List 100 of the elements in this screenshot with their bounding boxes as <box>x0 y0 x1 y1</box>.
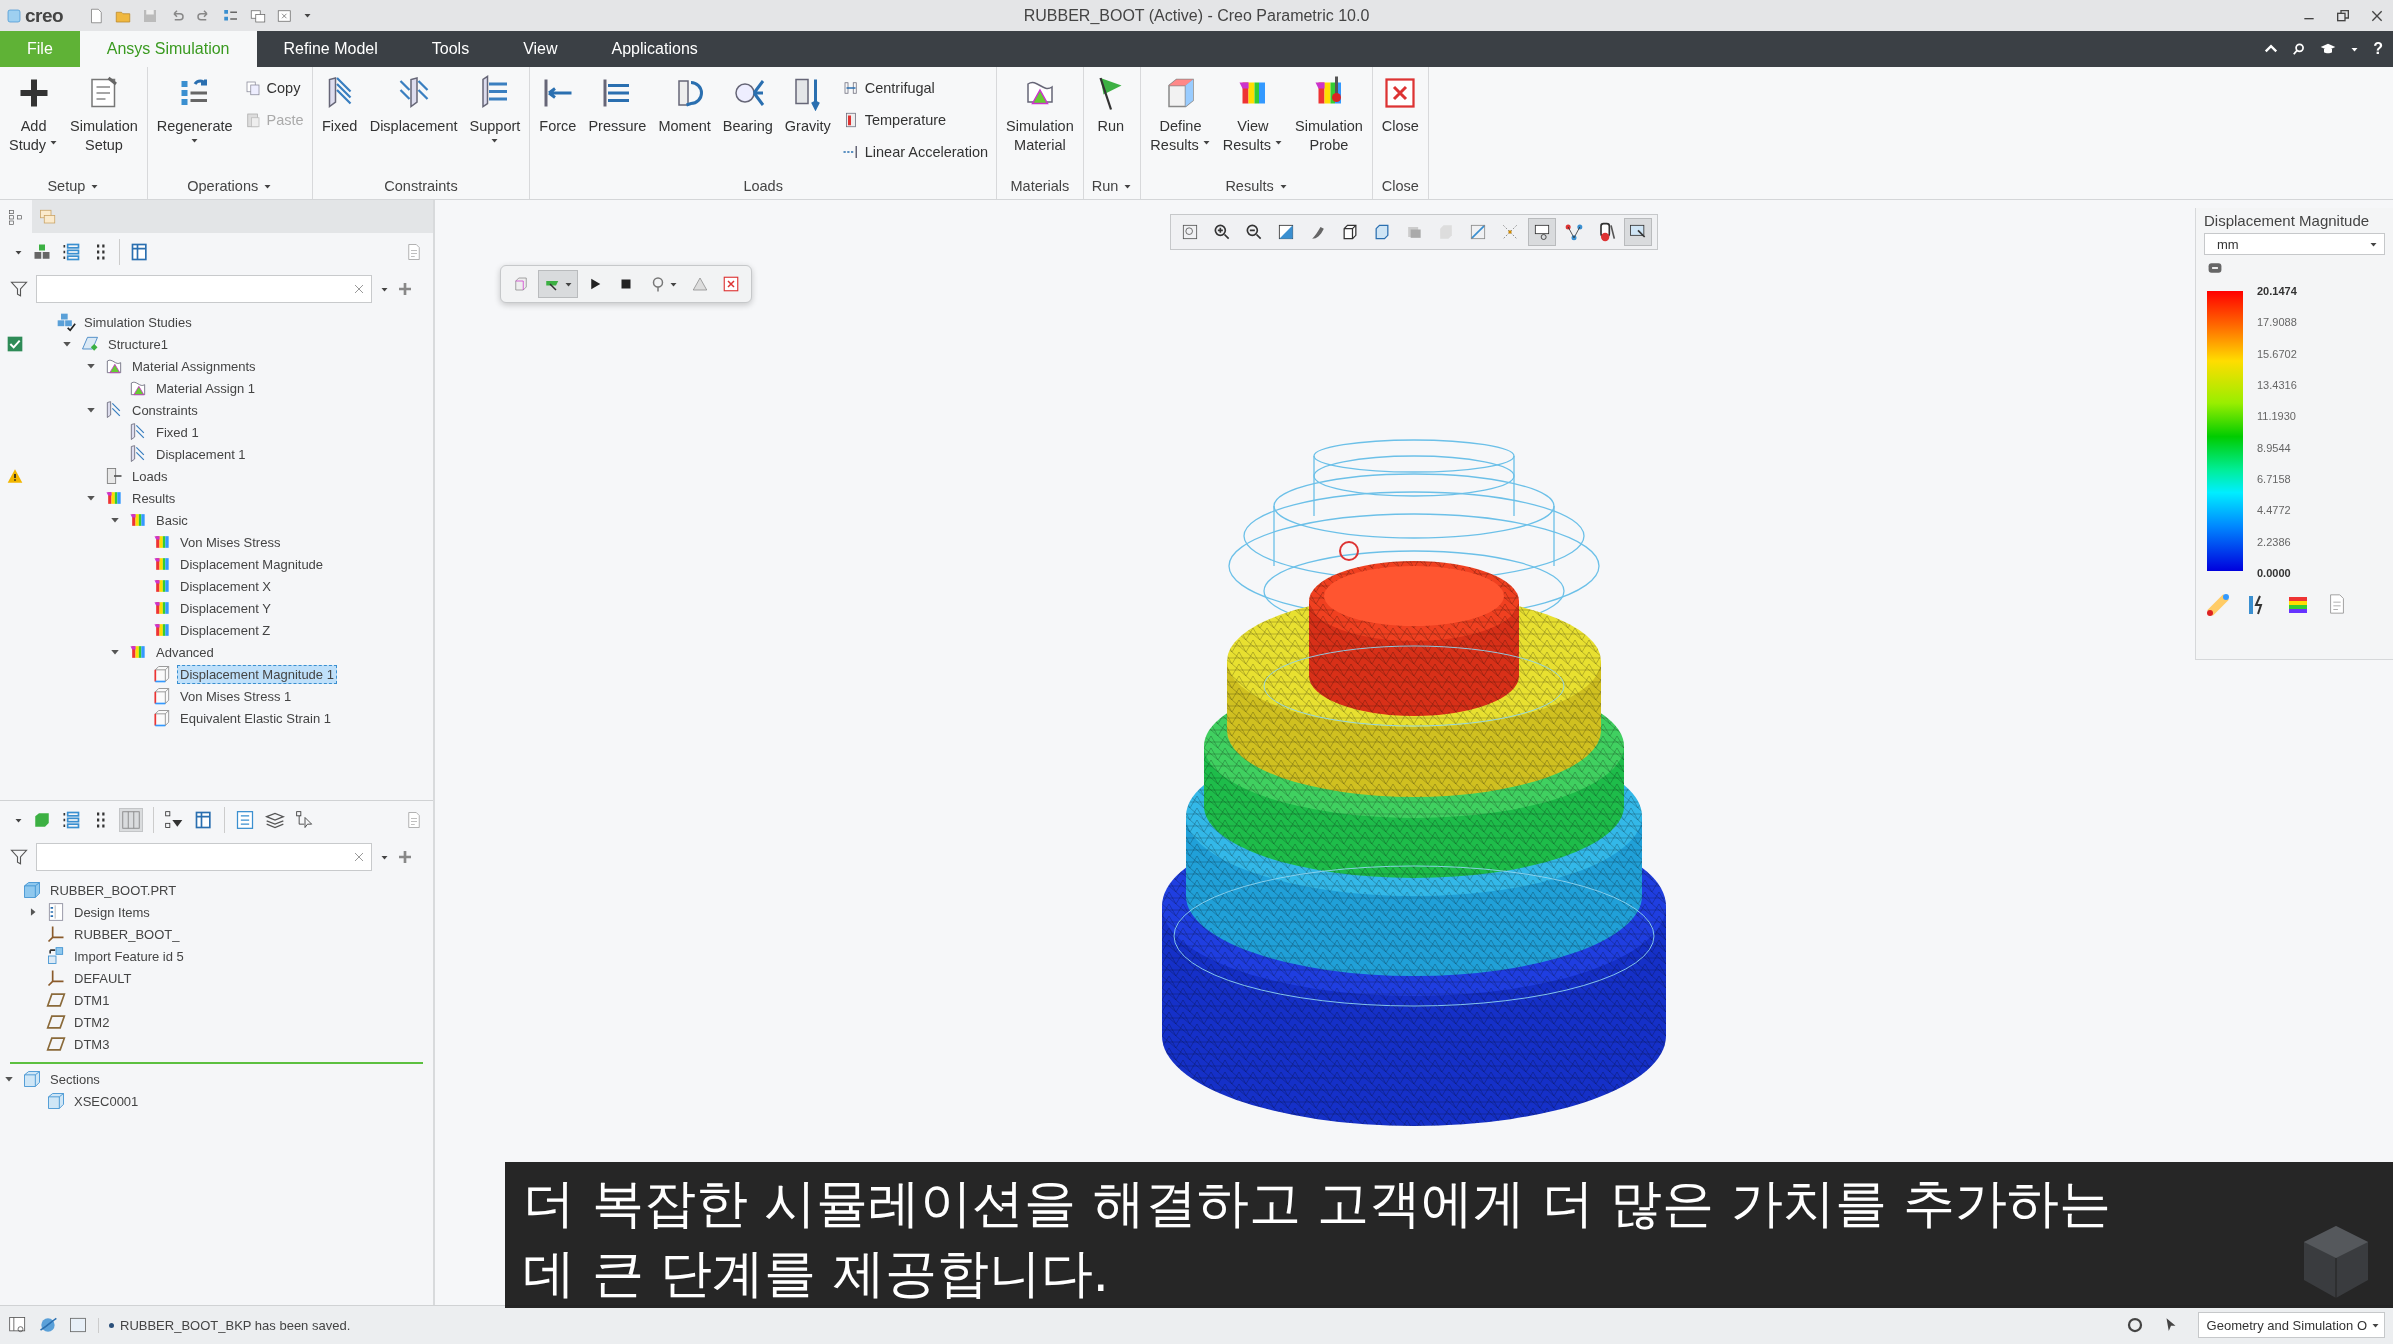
help-button[interactable]: ? <box>2373 40 2383 58</box>
tree-item[interactable]: DTM2 <box>71 1012 113 1032</box>
tree-item[interactable]: Fixed 1 <box>153 422 202 442</box>
clear-icon[interactable] <box>353 283 365 295</box>
tree-item[interactable]: Displacement Y <box>177 598 274 618</box>
toggle-icon[interactable] <box>109 647 120 657</box>
ribbon-tab[interactable]: Tools <box>404 31 497 67</box>
tree-item[interactable]: RUBBER_BOOT.PRT <box>47 880 180 900</box>
unit-dropdown[interactable]: mm <box>2204 233 2385 255</box>
globe-icon[interactable] <box>38 1315 58 1335</box>
table-icon[interactable] <box>130 242 150 262</box>
table-icon[interactable] <box>194 810 214 830</box>
ribbon-button[interactable]: Simulation Setup <box>65 73 143 157</box>
panel-eye-icon[interactable] <box>8 1315 28 1335</box>
tree-item[interactable]: Displacement Magnitude <box>177 554 327 574</box>
filter-icon[interactable] <box>10 280 28 298</box>
panel-tab[interactable] <box>0 200 32 233</box>
ribbon-button[interactable]: Close <box>1376 73 1424 138</box>
ribbon-tab[interactable]: Refine Model <box>256 31 405 67</box>
restore-icon[interactable] <box>2335 7 2351 24</box>
tree-item[interactable]: Displacement 1 <box>153 444 249 464</box>
view-tool-button[interactable] <box>1624 218 1652 246</box>
ribbon-button[interactable]: Gravity <box>779 73 836 138</box>
cursor-tree-icon[interactable] <box>295 810 315 830</box>
ribbon-tab[interactable]: Applications <box>584 31 725 67</box>
toggle-icon[interactable] <box>85 405 96 415</box>
filter-dropdown[interactable]: Geometry and Simulation O <box>2197 1312 2385 1338</box>
tree-item[interactable]: Displacement Magnitude 1 <box>177 664 337 684</box>
ribbon-button[interactable]: Run <box>1087 73 1134 138</box>
list-icon[interactable] <box>235 810 255 830</box>
tree-item[interactable]: Simulation Studies <box>81 312 195 332</box>
ribbon-button[interactable]: Temperature <box>837 106 993 134</box>
toggle-icon[interactable] <box>61 339 72 349</box>
toggle-icon[interactable] <box>85 361 96 371</box>
tree-item[interactable]: Material Assignments <box>129 356 259 376</box>
subtitle-line: 더 복잡한 시뮬레이션을 해결하고 고객에게 더 많은 가치를 추가하는 <box>523 1172 2112 1235</box>
ribbon-button[interactable]: Pressure <box>583 73 652 138</box>
filter-icon[interactable] <box>10 848 28 866</box>
tree-item[interactable]: Loads <box>129 466 171 486</box>
ribbon-button[interactable]: Add Study <box>4 73 64 157</box>
tree-item[interactable]: Equivalent Elastic Strain 1 <box>177 708 335 728</box>
tree-item[interactable]: Displacement Z <box>177 620 274 640</box>
plus-icon[interactable] <box>397 281 413 297</box>
tree-filter-icon[interactable] <box>164 810 184 830</box>
tree-item[interactable]: XSEC0001 <box>71 1091 142 1111</box>
list-icon[interactable] <box>61 810 81 830</box>
ribbon-button[interactable]: Fixed <box>316 73 363 138</box>
ribbon-button[interactable]: Centrifugal <box>837 74 993 102</box>
ring-icon[interactable] <box>2125 1316 2144 1334</box>
tree-item[interactable]: DEFAULT <box>71 968 135 988</box>
list-icon[interactable] <box>61 242 81 262</box>
ribbon-button[interactable]: Copy <box>239 74 308 102</box>
tree-item[interactable]: Sections <box>47 1069 103 1089</box>
ribbon-button[interactable]: Support <box>464 73 526 153</box>
toggle-icon[interactable] <box>85 493 96 503</box>
cube-icon <box>152 664 172 684</box>
toggle-icon[interactable] <box>3 1074 14 1084</box>
tree-item[interactable]: Advanced <box>153 642 217 662</box>
tree-item[interactable]: Basic <box>153 510 191 530</box>
ribbon-button[interactable]: Define Results <box>1145 73 1216 157</box>
tree-item[interactable]: Von Mises Stress 1 <box>177 686 295 706</box>
tree-item[interactable]: Displacement X <box>177 576 275 596</box>
window-icon[interactable] <box>68 1315 88 1335</box>
tree-item[interactable]: Import Feature id 5 <box>71 946 187 966</box>
ribbon-button[interactable]: View Results <box>1217 73 1289 157</box>
tree-item[interactable]: DTM1 <box>71 990 113 1010</box>
plus-icon[interactable] <box>397 849 413 865</box>
ribbon-button[interactable]: Bearing <box>717 73 778 138</box>
clear-icon[interactable] <box>353 851 365 863</box>
search-icon[interactable] <box>2292 42 2307 56</box>
ribbon-button[interactable]: Linear Acceleration <box>837 138 993 166</box>
cube-icon[interactable] <box>33 811 51 829</box>
ribbon-button[interactable]: Simulation Material <box>1001 73 1079 157</box>
ribbon-button[interactable]: Force <box>534 73 582 138</box>
tree-item[interactable]: Structure1 <box>105 334 171 354</box>
toggle-icon[interactable] <box>109 515 120 525</box>
layers-icon[interactable] <box>265 810 285 830</box>
collapse-icon[interactable] <box>2208 261 2222 275</box>
tree-item[interactable]: Results <box>129 488 179 508</box>
scale-value: 2.2386 <box>2257 535 2292 548</box>
tree-item[interactable]: Design Items <box>71 902 153 922</box>
tree-item[interactable]: Von Mises Stress <box>177 532 284 552</box>
ribbon-button[interactable]: Displacement <box>364 73 463 138</box>
tree-item[interactable]: RUBBER_BOOT_ <box>71 924 183 944</box>
ribbon-button[interactable]: Regenerate <box>151 73 238 153</box>
ribbon-button[interactable]: Simulation Probe <box>1290 73 1368 157</box>
group-label[interactable]: Setup <box>0 173 147 199</box>
group-label[interactable]: Results <box>1141 173 1372 199</box>
gradient-nodes-icon[interactable] <box>2206 593 2230 617</box>
tree-item[interactable]: Constraints <box>129 400 201 420</box>
ribbon-tab[interactable]: View <box>496 31 585 67</box>
tree-item[interactable]: DTM3 <box>71 1034 113 1054</box>
group-label[interactable]: Run <box>1083 173 1141 199</box>
blocks-icon[interactable] <box>33 243 51 261</box>
filter-field[interactable] <box>36 843 372 871</box>
ribbon-button[interactable]: Moment <box>653 73 716 138</box>
group-label[interactable]: Operations <box>147 173 312 199</box>
filter-field[interactable] <box>36 275 372 303</box>
view-tool-button[interactable] <box>1528 218 1556 246</box>
tree-item[interactable]: Material Assign 1 <box>153 378 258 398</box>
